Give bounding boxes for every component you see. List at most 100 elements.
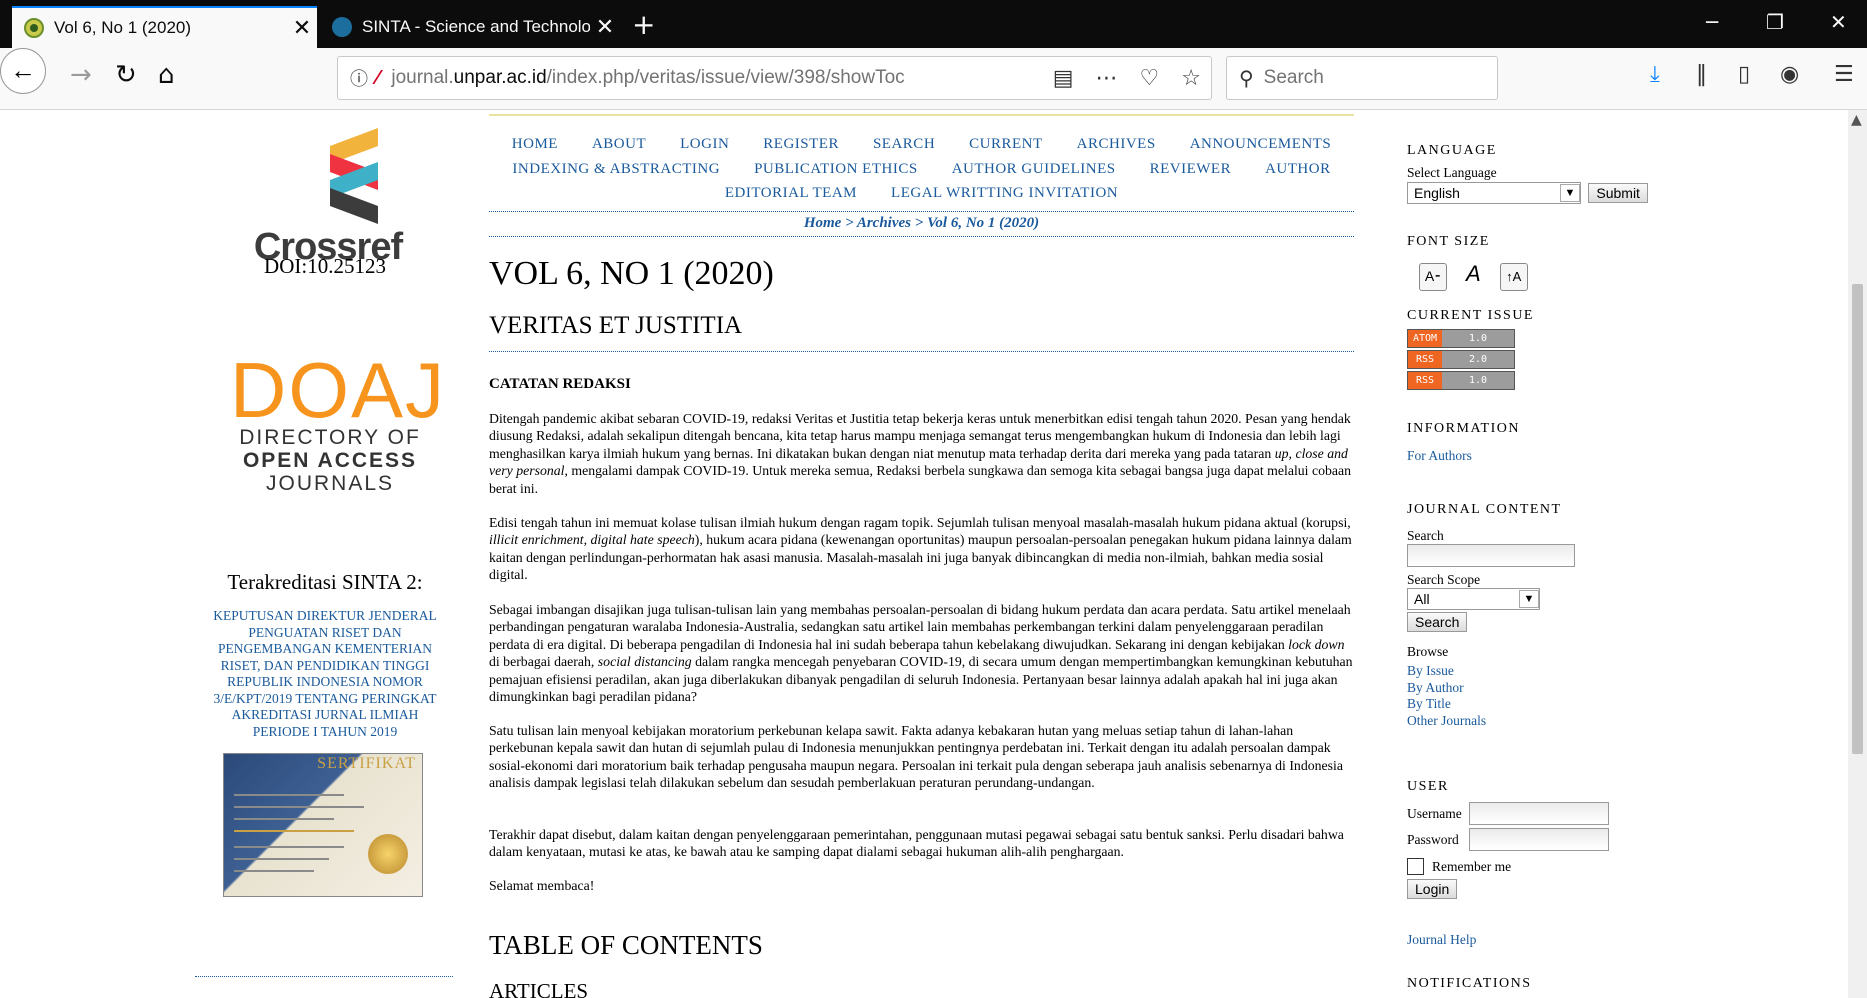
editorial-paragraph: Edisi tengah tahun ini memuat kolase tul… [489, 515, 1352, 583]
browse-by-title-link[interactable]: By Title [1407, 696, 1667, 713]
current-issue-heading: CURRENT ISSUE [1407, 308, 1534, 323]
nav-legal-writting-invitation[interactable]: LEGAL WRITTING INVITATION [891, 185, 1118, 201]
language-heading: LANGUAGE [1407, 143, 1497, 158]
for-authors-link[interactable]: For Authors [1407, 448, 1667, 465]
minimize-icon[interactable]: ─ [1706, 10, 1718, 34]
nav-reviewer[interactable]: REVIEWER [1150, 161, 1231, 177]
breadcrumb-separator: > [914, 215, 924, 231]
remember-me-checkbox[interactable] [1407, 858, 1424, 875]
editorial-closing: Selamat membaca! [489, 878, 595, 893]
rss2-feed-badge[interactable]: RSS 2.0 [1407, 350, 1515, 369]
editorial-paragraph: Sebagai imbangan disajikan juga tulisan-… [489, 602, 1353, 705]
font-larger-icon[interactable]: ↑A [1499, 262, 1528, 291]
search-bar[interactable]: ⚲ Search [1226, 56, 1498, 100]
password-input[interactable] [1469, 828, 1609, 851]
editorial-heading: CATATAN REDAKSI [489, 376, 631, 392]
journal-content-heading: JOURNAL CONTENT [1407, 502, 1562, 517]
journal-content-block: JOURNAL CONTENT Search Search Scope All … [1407, 502, 1667, 729]
library-icon[interactable]: ‖ [1696, 62, 1707, 87]
other-journals-link[interactable]: Other Journals [1407, 713, 1667, 730]
nav-home[interactable]: HOME [512, 136, 558, 152]
account-icon[interactable]: ◉ [1780, 62, 1799, 87]
crossref-logo[interactable]: Crossref [238, 128, 418, 269]
atom-feed-badge[interactable]: ATOM 1.0 [1407, 329, 1515, 348]
nav-login[interactable]: LOGIN [680, 136, 729, 152]
browse-by-issue-link[interactable]: By Issue [1407, 663, 1667, 680]
address-bar[interactable]: ⓘ ⁄ journal.unpar.ac.id/index.php/verita… [337, 56, 1212, 100]
home-button[interactable]: ⌂ [158, 60, 175, 90]
scroll-up-icon[interactable]: ▲ [1851, 112, 1862, 128]
menu-icon[interactable]: ☰ [1834, 62, 1854, 87]
nav-archives[interactable]: ARCHIVES [1077, 136, 1156, 152]
notifications-heading: NOTIFICATIONS [1407, 976, 1532, 991]
doaj-line: OPEN ACCESS [242, 449, 418, 472]
reload-button[interactable]: ↻ [115, 60, 137, 90]
font-size-block: FONT SIZE A⁃ A ↑A [1407, 234, 1667, 291]
sidebar-icon[interactable]: ▯ [1738, 62, 1750, 87]
table-of-contents-heading: TABLE OF CONTENTS [489, 930, 763, 960]
tab-sinta[interactable]: SINTA - Science and Technolog ✕ [320, 6, 620, 48]
sinta-decree-link[interactable]: KEPUTUSAN DIREKTUR JENDERAL PENGUATAN RI… [202, 608, 448, 740]
back-button[interactable]: ← [0, 48, 46, 94]
nav-editorial-team[interactable]: EDITORIAL TEAM [725, 185, 857, 201]
login-button[interactable]: Login [1407, 879, 1458, 899]
tab-close-icon[interactable]: ✕ [287, 15, 317, 41]
breadcrumb-archives[interactable]: Archives [857, 215, 911, 231]
font-smaller-icon[interactable]: A⁃ [1419, 262, 1447, 291]
url-path: /index.php/veritas/issue/view/398/showTo… [546, 67, 905, 88]
page-scrollbar[interactable]: ▲ [1848, 110, 1867, 998]
font-default-icon[interactable]: A [1459, 260, 1487, 288]
username-input[interactable] [1469, 802, 1609, 825]
nav-about[interactable]: ABOUT [592, 136, 646, 152]
journal-menu: HOME ABOUT LOGIN REGISTER SEARCH CURRENT ARCHI… [489, 132, 1354, 206]
browse-label: Browse [1407, 644, 1449, 659]
rss1-feed-badge[interactable]: RSS 1.0 [1407, 371, 1515, 390]
divider [489, 236, 1354, 237]
insecure-lock-icon: ⁄ [376, 66, 380, 89]
journal-search-button[interactable]: Search [1407, 612, 1468, 632]
doaj-logo[interactable]: DOAJ DIRECTORY OF OPEN ACCESS JOURNALS [230, 351, 444, 495]
language-value: English [1414, 185, 1460, 201]
forward-button[interactable]: → [70, 60, 92, 90]
scrollbar-thumb[interactable] [1852, 284, 1863, 754]
user-block: USER Username Password Remember me Login [1407, 779, 1667, 899]
nav-register[interactable]: REGISTER [763, 136, 839, 152]
nav-publication-ethics[interactable]: PUBLICATION ETHICS [754, 161, 918, 177]
breadcrumb-current[interactable]: Vol 6, No 1 (2020) [927, 215, 1039, 231]
tab-close-icon[interactable]: ✕ [590, 14, 620, 40]
journal-search-input[interactable] [1407, 544, 1575, 567]
restore-icon[interactable]: ❐ [1766, 10, 1784, 34]
doaj-line: JOURNALS [265, 472, 395, 495]
nav-author[interactable]: AUTHOR [1265, 161, 1331, 177]
divider [489, 351, 1354, 352]
accreditation-certificate-image[interactable]: SERTIFIKAT [223, 753, 423, 897]
url-domain: unpar.ac.id [453, 67, 547, 88]
new-tab-button[interactable]: + [632, 8, 655, 41]
nav-current[interactable]: CURRENT [969, 136, 1043, 152]
search-scope-select[interactable]: All ▼ [1407, 588, 1540, 610]
user-heading: USER [1407, 779, 1449, 794]
site-info-icon[interactable]: ⓘ [350, 65, 368, 91]
remember-me-label: Remember me [1432, 858, 1512, 874]
reader-view-icon[interactable]: ▤ [1053, 66, 1074, 91]
breadcrumb-home[interactable]: Home [804, 215, 842, 231]
nav-announcements[interactable]: ANNOUNCEMENTS [1190, 136, 1332, 152]
page-actions-icon[interactable]: ⋯ [1096, 66, 1118, 91]
nav-author-guidelines[interactable]: AUTHOR GUIDELINES [952, 161, 1116, 177]
browse-by-author-link[interactable]: By Author [1407, 680, 1667, 697]
downloads-icon[interactable]: ⤓ [1650, 62, 1660, 87]
pocket-icon[interactable]: ♡ [1140, 66, 1160, 91]
window-close-icon[interactable]: ✕ [1830, 10, 1847, 34]
nav-indexing-abstracting[interactable]: INDEXING & ABSTRACTING [512, 161, 720, 177]
url-text[interactable]: journal.unpar.ac.id/index.php/veritas/is… [391, 67, 904, 89]
language-submit-button[interactable]: Submit [1588, 183, 1648, 203]
bookmark-star-icon[interactable]: ☆ [1181, 66, 1201, 91]
articles-heading: ARTICLES [489, 979, 589, 998]
information-heading: INFORMATION [1407, 421, 1520, 436]
tab-current[interactable]: Vol 6, No 1 (2020) ✕ [12, 6, 317, 48]
nav-search[interactable]: SEARCH [873, 136, 935, 152]
journal-help-link[interactable]: Journal Help [1407, 932, 1476, 949]
language-select[interactable]: English ▼ [1407, 182, 1581, 204]
doi-prefix: DOI:10.25123 [264, 254, 386, 278]
search-label: Search [1407, 528, 1444, 543]
